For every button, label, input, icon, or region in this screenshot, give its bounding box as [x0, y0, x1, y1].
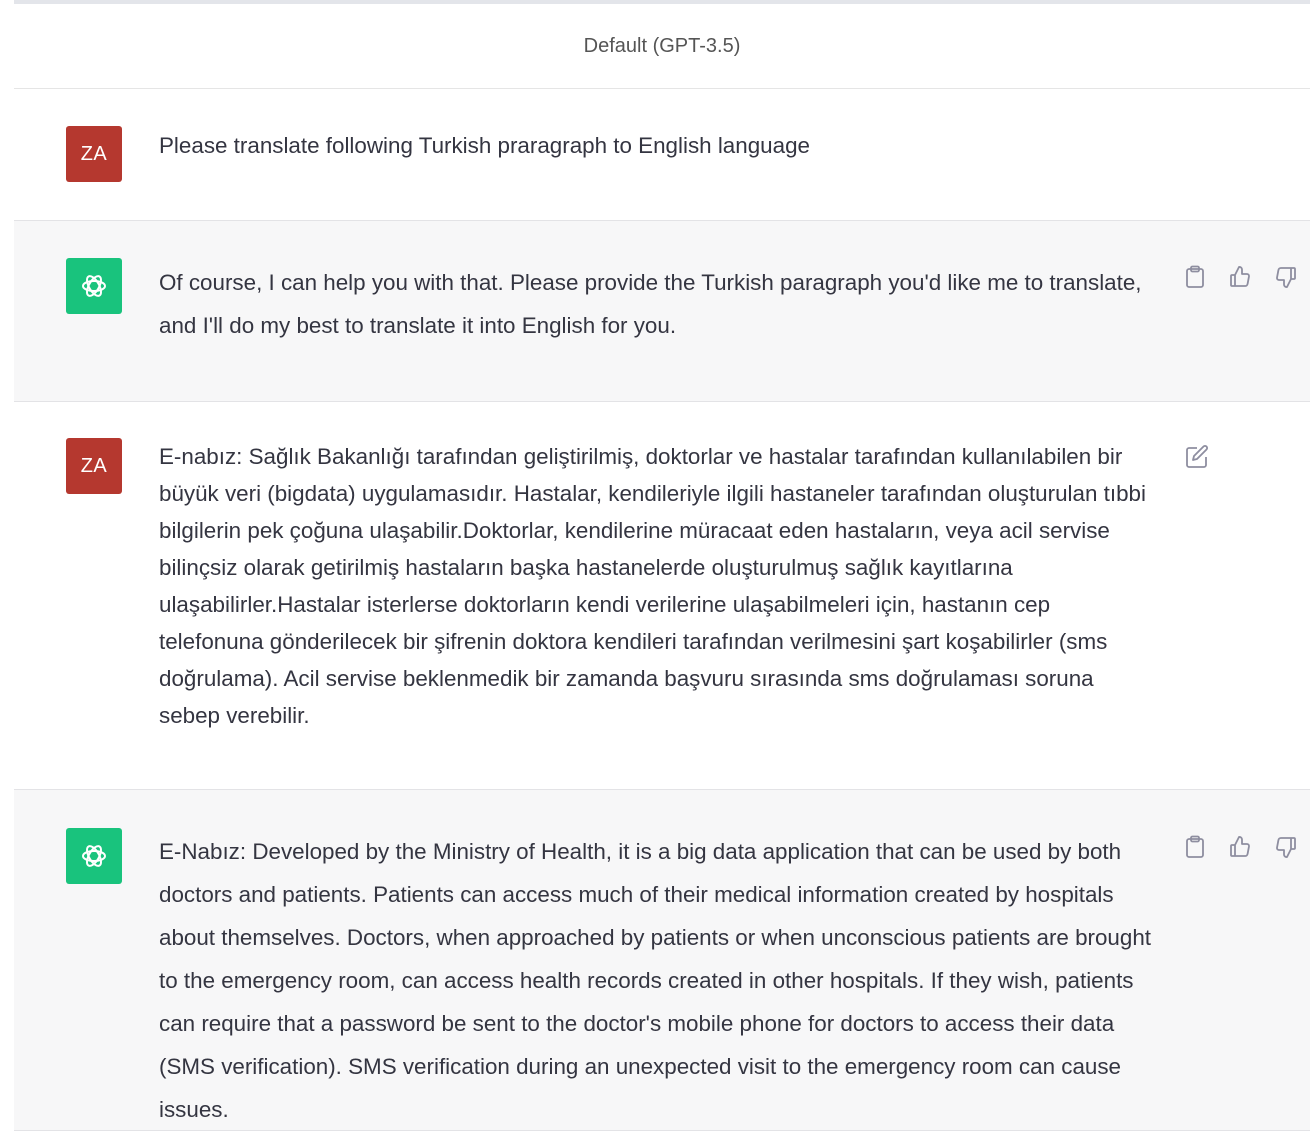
assistant-avatar [66, 828, 122, 884]
openai-logo-icon [82, 275, 106, 297]
user-message: ZA E-nabız: Sağlık Bakanlığı tarafından … [14, 400, 1310, 789]
thumbs-up-icon[interactable] [1228, 835, 1252, 859]
user-avatar: ZA [66, 438, 122, 494]
user-message: ZA Please translate following Turkish pr… [14, 89, 1310, 220]
user-avatar-initials: ZA [80, 142, 108, 165]
message-text: Please translate following Turkish prara… [159, 133, 810, 158]
clipboard-icon[interactable] [1184, 265, 1206, 289]
user-avatar: ZA [66, 126, 122, 182]
assistant-avatar [66, 258, 122, 314]
message-text: E-Nabız: Developed by the Ministry of He… [159, 839, 1152, 1122]
openai-logo-icon [82, 845, 106, 867]
message-actions [1184, 265, 1298, 289]
message-actions [1184, 835, 1298, 859]
message-text: Of course, I can help you with that. Ple… [159, 270, 1142, 338]
thumbs-down-icon[interactable] [1274, 265, 1298, 289]
assistant-message: E-Nabız: Developed by the Ministry of He… [14, 789, 1310, 1131]
assistant-message: Of course, I can help you with that. Ple… [14, 220, 1310, 402]
model-label: Default (GPT-3.5) [583, 34, 741, 57]
message-text: E-nabız: Sağlık Bakanlığı tarafından gel… [159, 444, 1146, 728]
edit-icon[interactable] [1184, 444, 1210, 470]
user-avatar-initials: ZA [80, 454, 108, 477]
thumbs-up-icon[interactable] [1228, 265, 1252, 289]
clipboard-icon[interactable] [1184, 835, 1206, 859]
thumbs-down-icon[interactable] [1274, 835, 1298, 859]
model-header: Default (GPT-3.5) [14, 4, 1310, 89]
